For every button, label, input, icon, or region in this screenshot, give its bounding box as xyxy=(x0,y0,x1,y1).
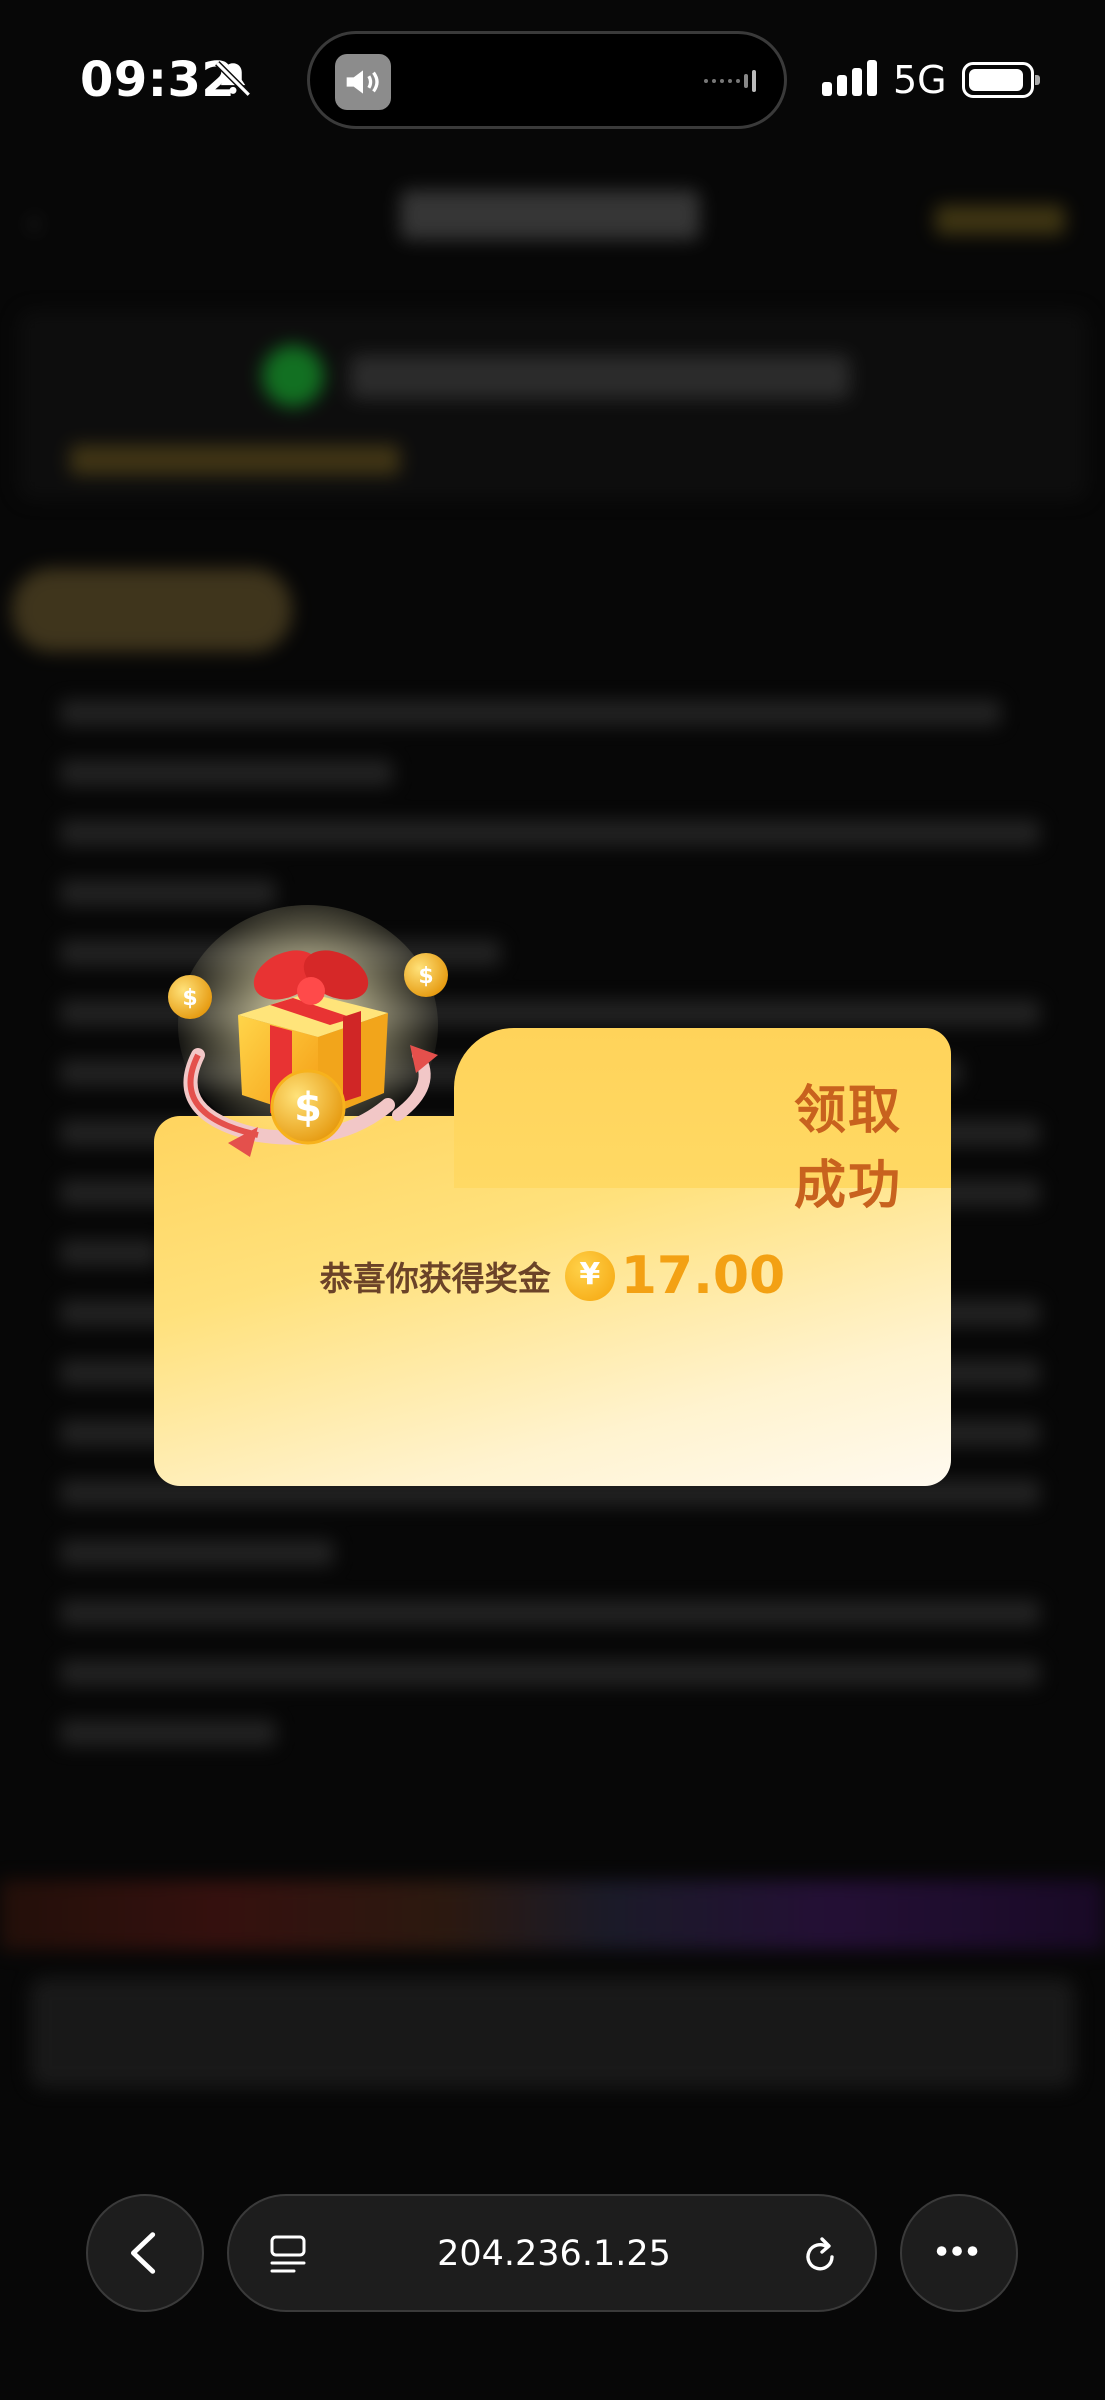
bell-off-icon xyxy=(215,61,251,97)
reward-row: 恭喜你获得奖金 ¥17.00 xyxy=(154,1246,951,1306)
status-bar: 09:32 5G xyxy=(0,0,1105,160)
more-button[interactable] xyxy=(900,2194,1018,2312)
back-icon xyxy=(130,2232,156,2274)
more-icon xyxy=(936,2246,978,2256)
gift-icon: $ $ $ xyxy=(168,905,448,1157)
signal-icon xyxy=(822,60,877,96)
svg-text:$: $ xyxy=(182,986,197,1011)
browser-toolbar: 204.236.1.25 xyxy=(0,2180,1105,2330)
speaker-icon xyxy=(335,54,391,110)
currency-symbol: ¥ xyxy=(579,1257,601,1292)
reward-amount: 17.00 xyxy=(620,1246,786,1306)
svg-text:$: $ xyxy=(294,1085,322,1131)
network-type: 5G xyxy=(893,58,947,102)
svg-text:$: $ xyxy=(418,964,433,989)
popup-header-tab: 领取成功 xyxy=(454,1028,951,1216)
screen: ‹ 09:32 5G 领取成功 恭喜你获得奖金 ¥ 17.00 $ $ $ 20… xyxy=(0,0,1105,2400)
popup-title: 领取成功 xyxy=(794,1081,903,1216)
battery-icon xyxy=(962,62,1040,98)
dynamic-island xyxy=(307,31,787,129)
volume-level-icon xyxy=(704,70,756,92)
back-button[interactable] xyxy=(86,2194,204,2312)
coin-icon: ¥ xyxy=(564,1251,615,1301)
url-text: 204.236.1.25 xyxy=(437,2234,671,2274)
address-bar[interactable]: 204.236.1.25 xyxy=(227,2194,877,2312)
reload-icon[interactable] xyxy=(798,2233,842,2277)
reward-text: 恭喜你获得奖金 xyxy=(319,1259,551,1298)
